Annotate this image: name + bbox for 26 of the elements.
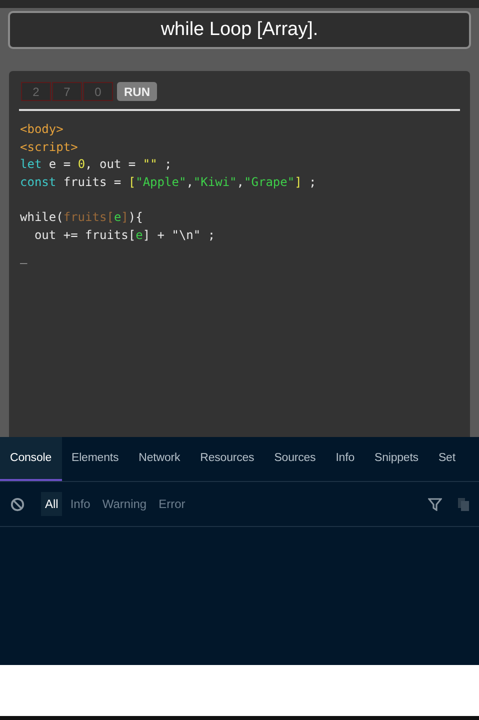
counter-field: 0 [83, 82, 113, 101]
code-line: while(fruits[e]){ [20, 210, 143, 224]
devtools-tab[interactable]: Elements [62, 437, 129, 481]
code-line: const fruits = ["Apple","Kiwi","Grape"] ; [20, 174, 316, 189]
devtools-tab[interactable]: Set [428, 437, 466, 481]
counter-field: 2 [21, 82, 51, 101]
log-filter[interactable]: Warning [98, 492, 151, 516]
counter-field: 7 [52, 82, 82, 101]
code-line: <body> [20, 122, 64, 136]
run-button[interactable]: RUN [117, 82, 157, 101]
log-filter[interactable]: Info [66, 492, 94, 516]
log-filter[interactable]: Error [154, 492, 190, 516]
code-line: let e = 0, out = "" ; [20, 157, 172, 172]
devtools-tab[interactable]: Network [128, 437, 190, 481]
page-title: while Loop [Array]. [8, 11, 471, 49]
code-line: out += fruits[e] + "\n" ; [33, 228, 216, 242]
devtools-tab[interactable]: Info [326, 437, 364, 481]
code-line: <script> [20, 140, 78, 154]
clear-console-icon[interactable] [10, 496, 25, 512]
devtools-tab[interactable]: Snippets [364, 437, 428, 481]
log-filter[interactable]: All [41, 492, 62, 516]
devtools-tab[interactable]: Resources [190, 437, 264, 481]
devtools-tab[interactable]: Sources [264, 437, 326, 481]
devtools-tab[interactable]: Console [0, 437, 62, 481]
code-line: _ [20, 250, 28, 264]
filter-icon[interactable] [428, 498, 442, 510]
